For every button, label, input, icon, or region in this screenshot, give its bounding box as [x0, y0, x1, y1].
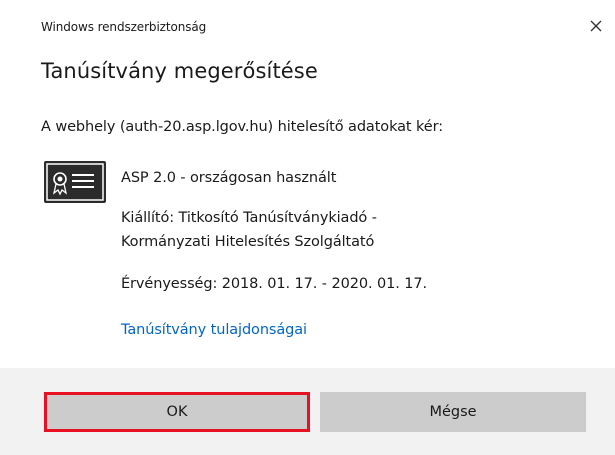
dialog-title: Tanúsítvány megerősítése — [41, 59, 318, 83]
close-button[interactable] — [584, 14, 608, 38]
ok-button[interactable]: OK — [44, 392, 310, 432]
cancel-button[interactable]: Mégse — [320, 392, 586, 432]
certificate-issuer-line-2: Kormányzati Hitelesítés Szolgáltató — [121, 234, 375, 250]
window-caption: Windows rendszerbiztonság — [41, 20, 207, 34]
certificate-dialog: Windows rendszerbiztonság Tanúsítvány me… — [0, 0, 615, 455]
certificate-properties-link[interactable]: Tanúsítvány tulajdonságai — [121, 322, 307, 338]
certificate-icon — [44, 161, 106, 203]
certificate-issuer-line-1: Kiállító: Titkosító Tanúsítványkiadó - — [121, 210, 377, 226]
certificate-name: ASP 2.0 - országosan használt — [121, 170, 337, 186]
certificate-validity: Érvényesség: 2018. 01. 17. - 2020. 01. 1… — [121, 276, 427, 292]
close-icon — [590, 20, 602, 32]
intro-text: A webhely (auth-20.asp.lgov.hu) hitelesí… — [41, 119, 443, 135]
